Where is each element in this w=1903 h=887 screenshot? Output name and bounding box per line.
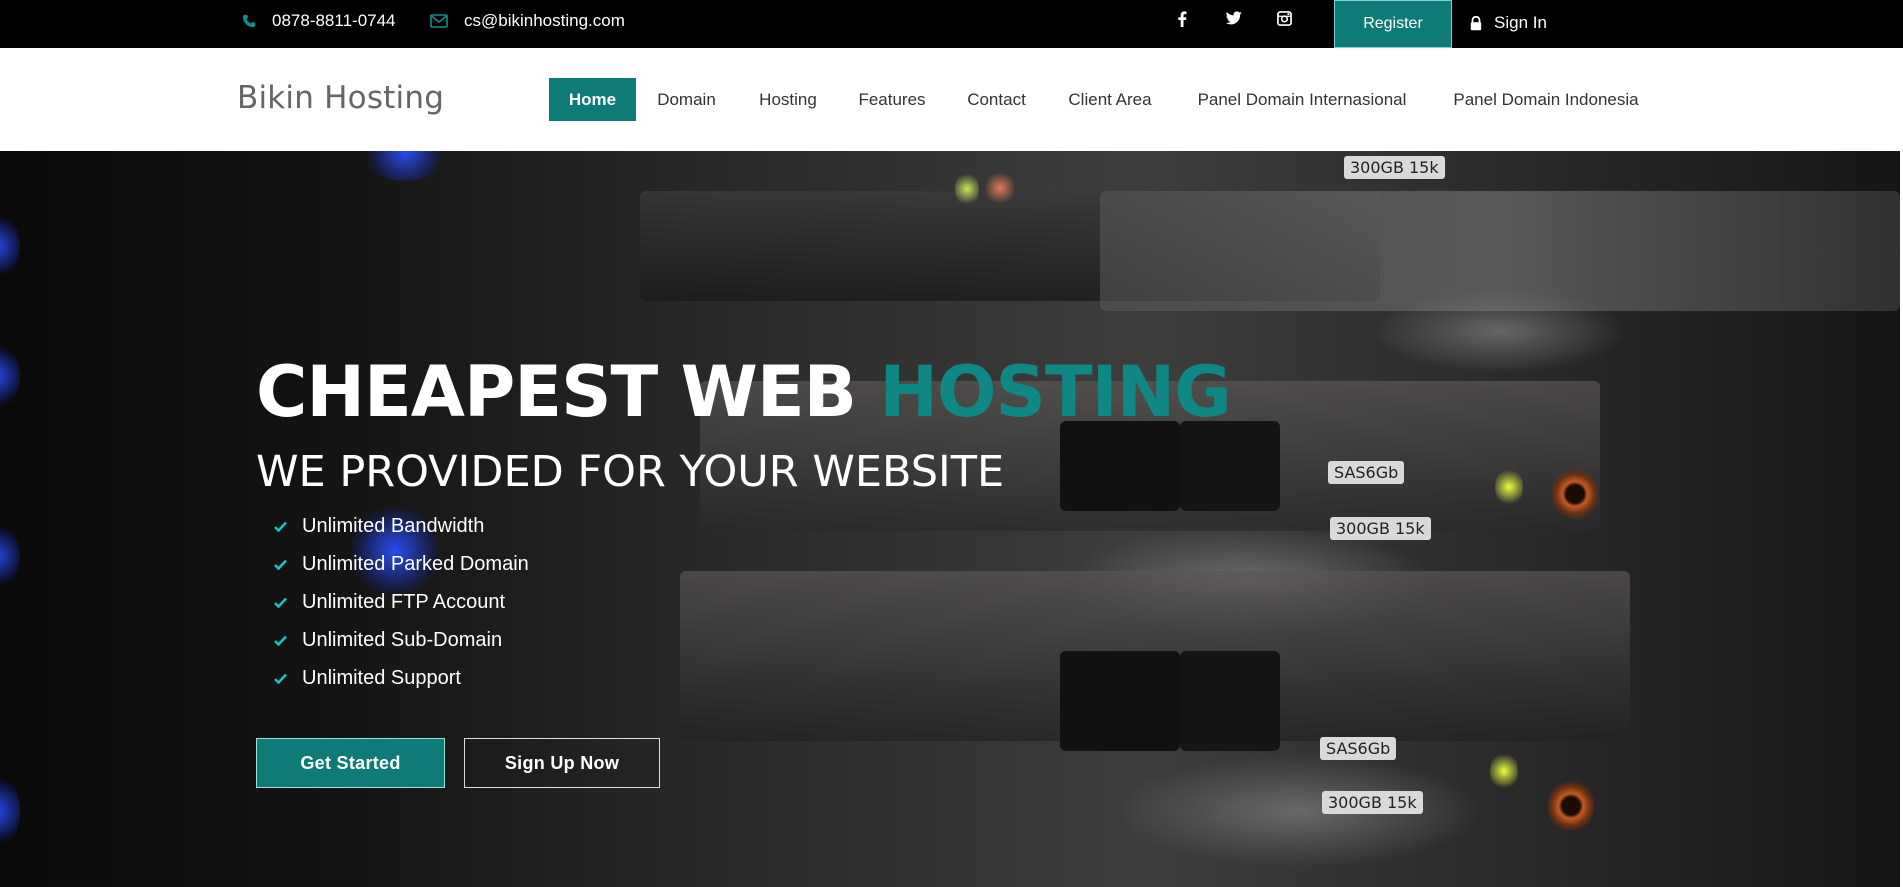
- feature-item: Unlimited FTP Account: [256, 583, 1456, 621]
- blue-light-glow: [0, 771, 20, 851]
- check-icon: [273, 671, 287, 685]
- blue-light-glow: [0, 521, 20, 591]
- main-navbar: Bikin Hosting Home Domain Hosting Featur…: [0, 48, 1900, 151]
- nav-item-domain[interactable]: Domain: [648, 78, 725, 121]
- sign-in-label: Sign In: [1494, 13, 1547, 32]
- feature-item: Unlimited Bandwidth: [256, 507, 1456, 545]
- facebook-icon[interactable]: [1177, 11, 1197, 31]
- lock-icon: [1470, 15, 1482, 31]
- feature-label: Unlimited Sub-Domain: [302, 628, 503, 651]
- drive-label: 300GB 15k: [1344, 156, 1445, 179]
- hero-section: 300GB 15k SAS6Gb 300GB 15k SAS6Gb 300GB …: [0, 151, 1900, 887]
- led-indicator: [1495, 467, 1523, 507]
- register-button[interactable]: Register: [1334, 0, 1452, 48]
- envelope-icon: [430, 14, 448, 28]
- led-indicator: [1552, 467, 1598, 521]
- feature-item: Unlimited Parked Domain: [256, 545, 1456, 583]
- nav-item-features[interactable]: Features: [852, 78, 932, 121]
- nav-item-hosting[interactable]: Hosting: [750, 78, 826, 121]
- led-indicator: [955, 171, 979, 207]
- site-brand[interactable]: Bikin Hosting: [237, 80, 444, 116]
- check-icon: [273, 633, 287, 647]
- email-address: cs@bikinhosting.com: [464, 11, 625, 30]
- twitter-icon[interactable]: [1225, 11, 1246, 31]
- feature-label: Unlimited Parked Domain: [302, 552, 529, 575]
- feature-label: Unlimited FTP Account: [302, 590, 506, 613]
- feature-label: Unlimited Bandwidth: [302, 514, 485, 537]
- top-bar: 0878-8811-0744 cs@bikinhosting.com Regis…: [0, 0, 1903, 48]
- nav-item-home[interactable]: Home: [549, 78, 636, 121]
- led-indicator: [985, 171, 1015, 205]
- nav-item-panel-domain-indonesia[interactable]: Panel Domain Indonesia: [1444, 78, 1648, 121]
- feature-label: Unlimited Support: [302, 666, 461, 689]
- drive-label: SAS6Gb: [1320, 737, 1397, 760]
- sign-up-now-button[interactable]: Sign Up Now: [464, 738, 660, 788]
- hero-subheadline: WE PROVIDED FOR YOUR WEBSITE: [256, 447, 1005, 497]
- feature-item: Unlimited Sub-Domain: [256, 621, 1456, 659]
- headline-main: CHEAPEST WEB: [256, 351, 880, 433]
- blue-light-glow: [0, 211, 20, 281]
- nav-item-contact[interactable]: Contact: [959, 78, 1034, 121]
- hero-content: CHEAPEST WEB HOSTING WE PROVIDED FOR YOU…: [256, 357, 1456, 697]
- nav-item-client-area[interactable]: Client Area: [1060, 78, 1160, 121]
- drive-label: 300GB 15k: [1322, 791, 1423, 814]
- nav-item-panel-domain-internasional[interactable]: Panel Domain Internasional: [1186, 78, 1418, 121]
- check-icon: [273, 557, 287, 571]
- contact-phone[interactable]: 0878-8811-0744: [242, 0, 396, 42]
- feature-item: Unlimited Support: [256, 659, 1456, 697]
- instagram-icon[interactable]: [1277, 11, 1297, 31]
- blue-light-glow: [360, 151, 450, 181]
- phone-number: 0878-8811-0744: [272, 11, 396, 30]
- phone-icon: [242, 14, 256, 28]
- get-started-button[interactable]: Get Started: [256, 738, 445, 788]
- server-rack-bay: [1100, 191, 1900, 311]
- check-icon: [273, 519, 287, 533]
- hero-headline: CHEAPEST WEB HOSTING: [256, 357, 1456, 427]
- led-indicator: [1490, 751, 1518, 791]
- feature-list: Unlimited Bandwidth Unlimited Parked Dom…: [256, 507, 1456, 697]
- headline-accent: HOSTING: [879, 351, 1231, 433]
- sign-in-link[interactable]: Sign In: [1470, 0, 1547, 46]
- blue-light-glow: [0, 341, 20, 411]
- contact-email[interactable]: cs@bikinhosting.com: [430, 0, 625, 42]
- check-icon: [273, 595, 287, 609]
- led-indicator: [1548, 779, 1594, 833]
